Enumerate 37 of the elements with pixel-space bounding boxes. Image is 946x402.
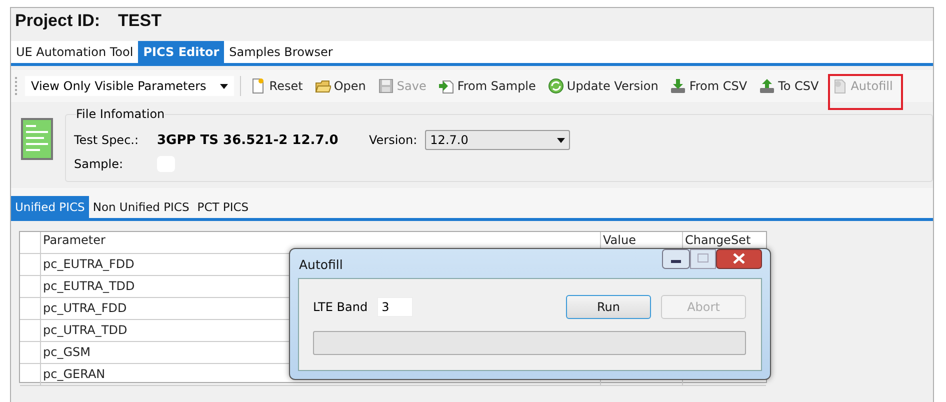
tab[interactable]: UE Automation Tool — [11, 41, 138, 63]
project-id: TEST — [118, 11, 162, 32]
document-icon — [250, 78, 266, 94]
upload-icon — [759, 78, 776, 94]
lte-band-field[interactable]: 3 — [376, 297, 413, 317]
toolbar-button[interactable]: From CSV — [667, 74, 750, 98]
version-dropdown[interactable]: 12.7.0 — [425, 130, 570, 150]
toolbar-button[interactable]: Reset — [247, 74, 306, 98]
tab[interactable]: PCT PICS — [193, 196, 253, 218]
tab[interactable]: Samples Browser — [224, 41, 338, 63]
field-label: Test Spec.: — [74, 133, 140, 147]
tab[interactable]: PICS Editor — [138, 41, 224, 63]
spreadsheet-document-icon — [21, 118, 53, 160]
field-label: LTE Band — [313, 300, 368, 314]
minimize-icon[interactable] — [662, 249, 690, 269]
dialog-title: Autofill — [299, 257, 343, 272]
arrow-document-icon — [438, 78, 454, 94]
document-icon — [832, 78, 848, 94]
folder-icon — [314, 78, 331, 94]
field-label: Sample: — [74, 157, 124, 171]
toolbar-button[interactable]: From Sample — [435, 74, 539, 98]
tab[interactable]: Non Unified PICS — [88, 196, 194, 218]
toolbar-button[interactable]: To CSV — [756, 74, 822, 98]
close-icon[interactable] — [716, 249, 762, 269]
tab[interactable]: Unified PICS — [11, 196, 89, 218]
group-title: File Infomation — [76, 107, 165, 121]
project-label: Project ID: — [15, 11, 100, 32]
caret-icon — [557, 138, 566, 142]
circular-arrows-icon — [548, 78, 564, 94]
download-icon — [670, 78, 686, 94]
view-filter-dropdown[interactable]: View Only Visible Parameters — [25, 76, 234, 96]
toolbar-button[interactable]: Open — [312, 74, 369, 98]
caret-icon — [220, 84, 228, 88]
toolbar-button[interactable]: Update Version — [544, 74, 662, 98]
field-label: Version: — [369, 133, 418, 147]
dialog-button[interactable]: Run — [566, 295, 651, 319]
test-spec-value: 3GPP TS 36.521-2 12.7.0 — [157, 132, 340, 148]
